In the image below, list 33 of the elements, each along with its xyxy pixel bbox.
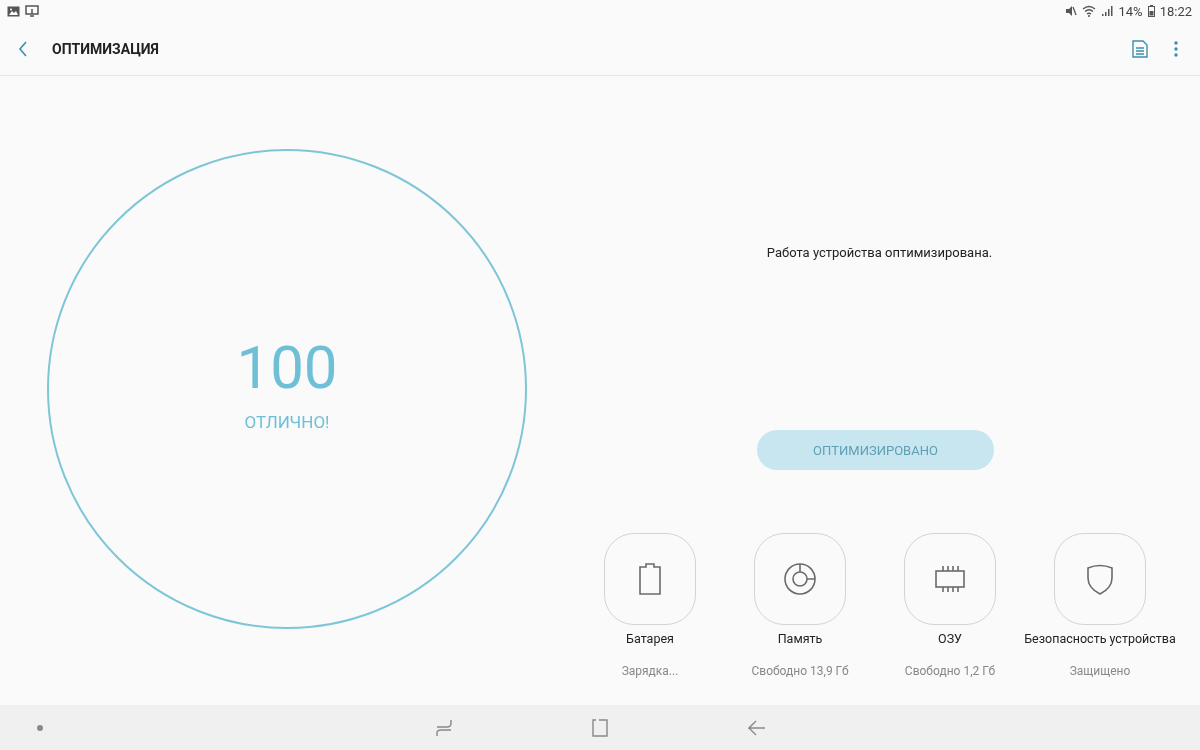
tile-label: Память [777, 631, 823, 646]
tile-button[interactable] [604, 533, 696, 625]
score-rating: ОТЛИЧНО! [244, 412, 330, 432]
shield-icon [1086, 563, 1114, 595]
clock-time: 18:22 [1159, 3, 1192, 19]
pie-chart-icon [783, 562, 817, 596]
tile-button[interactable] [904, 533, 996, 625]
battery-percent: 14% [1118, 3, 1143, 19]
tile-detail: Свободно 13,9 Гб [751, 664, 849, 678]
tile-button[interactable] [754, 533, 846, 625]
screen-icon [25, 5, 39, 17]
tile-detail: Свободно 1,2 Гб [904, 664, 996, 678]
battery-icon [1147, 5, 1155, 17]
score-value: 100 [236, 338, 338, 398]
battery-icon [638, 562, 662, 596]
page-title: ОПТИМИЗАЦИЯ [52, 40, 159, 57]
mute-icon [1065, 5, 1078, 17]
gallery-icon [7, 5, 20, 17]
wifi-icon [1082, 5, 1097, 17]
tile-detail: Зарядка... [621, 664, 679, 678]
home-icon[interactable] [592, 718, 608, 737]
tile-label: ОЗУ [938, 631, 962, 646]
back-icon[interactable] [18, 40, 28, 57]
back-nav-icon[interactable] [748, 719, 766, 736]
dot-icon[interactable] [37, 724, 43, 731]
tile-button[interactable] [1054, 533, 1146, 625]
signal-icon [1101, 5, 1114, 17]
chip-icon [934, 565, 966, 593]
status-message: Работа устройства оптимизирована. [765, 245, 994, 260]
tile-label: Батарея [626, 631, 674, 646]
tile-label: Безопасность устройства [1024, 631, 1176, 646]
recent-apps-icon[interactable] [436, 718, 452, 737]
tile-detail: Защищено [1069, 664, 1131, 678]
